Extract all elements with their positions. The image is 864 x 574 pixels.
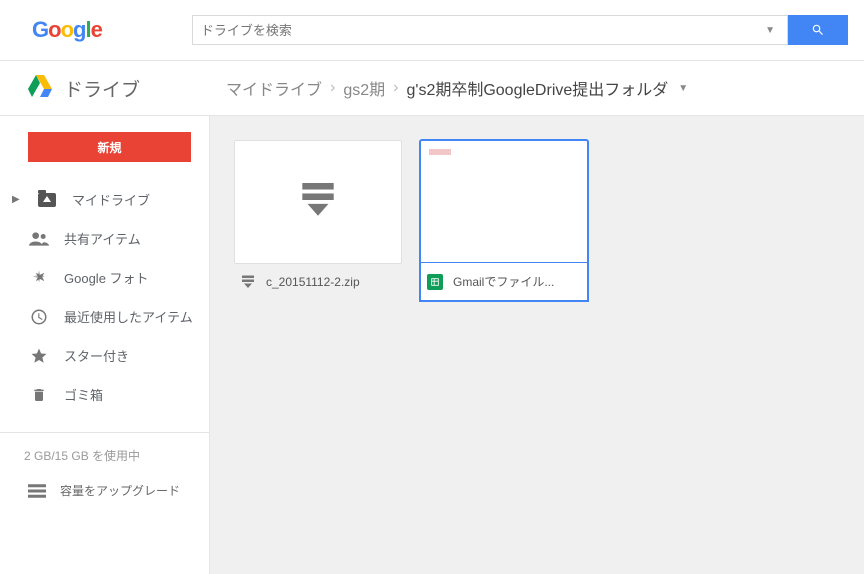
sheets-icon [427, 274, 443, 290]
breadcrumb-item-1[interactable]: gs2期 [343, 76, 385, 100]
clock-icon [28, 308, 50, 326]
star-icon [28, 347, 50, 365]
sidebar-item-label: スター付き [64, 346, 129, 365]
file-card-zip[interactable]: c_20151112-2.zip [234, 140, 402, 300]
people-icon [28, 232, 50, 246]
sidebar-item-label: マイドライブ [72, 190, 150, 209]
sidebar-item-trash[interactable]: ゴミ箱 [0, 375, 209, 414]
search-button[interactable] [788, 15, 848, 45]
archive-icon [302, 183, 334, 222]
search-box[interactable]: ▼ [192, 15, 788, 45]
body: 新規 ▶ マイドライブ 共有アイテム Google フォト 最近使用したアイテ [0, 116, 864, 574]
chevron-right-icon: › [393, 79, 398, 97]
sheet-preview [421, 141, 587, 263]
search-container: ▼ [192, 15, 848, 45]
file-name: Gmailでファイル... [453, 273, 554, 290]
breadcrumb-dropdown-icon[interactable]: ▼ [678, 83, 688, 94]
upgrade-label: 容量をアップグレード [60, 482, 180, 500]
file-caption: Gmailでファイル... [420, 263, 588, 301]
file-grid[interactable]: c_20151112-2.zip Gmailでファイル... [210, 116, 864, 574]
breadcrumb-item-current[interactable]: g's2期卒制GoogleDrive提出フォルダ [406, 76, 668, 100]
breadcrumb-item-root[interactable]: マイドライブ [226, 76, 322, 100]
app-name: ドライブ [64, 75, 140, 102]
file-name: c_20151112-2.zip [266, 275, 360, 289]
sidebar-item-label: 共有アイテム [64, 229, 141, 248]
file-thumbnail[interactable] [234, 140, 402, 264]
file-thumbnail[interactable] [420, 140, 588, 264]
app-brand[interactable]: ドライブ [0, 75, 210, 102]
file-caption: c_20151112-2.zip [234, 264, 402, 300]
drive-logo-icon [28, 75, 52, 102]
search-options-caret-icon[interactable]: ▼ [761, 25, 779, 36]
sidebar-item-shared[interactable]: 共有アイテム [0, 219, 209, 258]
search-icon [811, 23, 825, 37]
storage-usage-text: 2 GB/15 GB を使用中 [0, 447, 209, 478]
divider [0, 432, 209, 433]
trash-icon [28, 386, 50, 404]
archive-small-icon [240, 274, 256, 290]
sidebar-item-photos[interactable]: Google フォト [0, 258, 209, 297]
toolbar: ドライブ マイドライブ › gs2期 › g's2期卒制GoogleDrive提… [0, 60, 864, 116]
sidebar-item-label: Google フォト [64, 268, 149, 287]
google-logo[interactable]: Google [32, 17, 102, 43]
sidebar: 新規 ▶ マイドライブ 共有アイテム Google フォト 最近使用したアイテ [0, 116, 210, 574]
sidebar-item-recent[interactable]: 最近使用したアイテム [0, 297, 209, 336]
sidebar-item-label: 最近使用したアイテム [64, 307, 193, 326]
folder-icon [36, 193, 58, 207]
storage-icon [28, 484, 46, 503]
breadcrumb: マイドライブ › gs2期 › g's2期卒制GoogleDrive提出フォルダ… [210, 76, 688, 100]
sidebar-item-upgrade[interactable]: 容量をアップグレード [0, 478, 209, 503]
header: Google ▼ [0, 0, 864, 60]
expand-caret-icon[interactable]: ▶ [12, 194, 22, 205]
search-input[interactable] [201, 23, 761, 38]
photos-icon [28, 269, 50, 287]
sidebar-item-mydrive[interactable]: ▶ マイドライブ [0, 180, 209, 219]
chevron-right-icon: › [330, 79, 335, 97]
sidebar-item-label: ゴミ箱 [64, 385, 103, 404]
sidebar-item-starred[interactable]: スター付き [0, 336, 209, 375]
file-card-sheet[interactable]: Gmailでファイル... [420, 140, 588, 301]
new-button[interactable]: 新規 [28, 132, 191, 162]
